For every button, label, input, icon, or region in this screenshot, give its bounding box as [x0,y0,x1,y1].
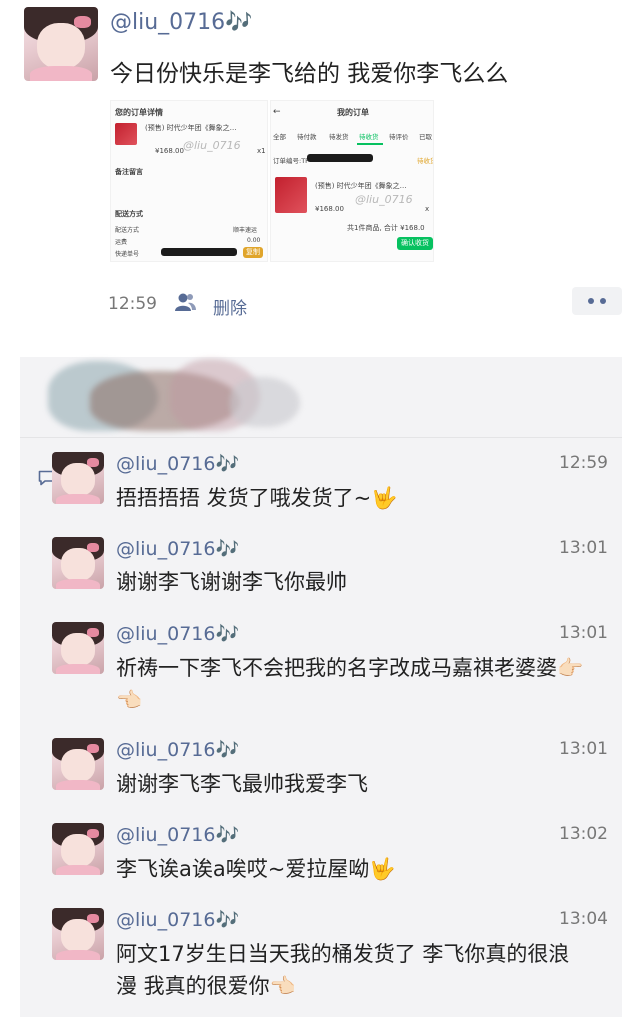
comment-text[interactable]: 谢谢李飞李飞最帅我爱李飞 [116,768,586,800]
order-product-name: (预售) 时代少年团《舞象之… [145,124,237,132]
order-detail-title: 您的订单详情 [115,108,163,117]
my-orders-image[interactable]: ← 我的订单 全部 待付款 待发货 待收货 待评价 已取 订单编号:TF 待收货… [270,100,434,262]
comment-time: 12:59 [559,453,608,473]
order-product-price: ¥168.00 [155,147,184,155]
tab-more: 已取 [419,133,432,141]
commenter-name[interactable]: @liu_0716🎶 [116,622,239,645]
order-status: 待收货 [417,157,433,165]
comment-text[interactable]: 李飞诶a诶a唉哎~爱拉屋呦🤟 [116,853,586,885]
order-detail-image[interactable]: 您的订单详情 (预售) 时代少年团《舞象之… ¥168.00 x1 @liu_0… [110,100,268,262]
tab-pending-receipt: 待收货 [359,133,379,141]
post-author-avatar[interactable] [24,7,98,81]
copy-button: 复制 [243,247,263,258]
order-product-name: (预售) 时代少年团《舞象之… [315,182,407,190]
comment-time: 13:01 [559,739,608,759]
confirm-receipt-button: 确认收货 [397,237,433,250]
product-thumbnail [275,177,307,213]
order-number-label: 订单编号:TF [273,157,309,165]
delivery-title: 配送方式 [115,210,143,218]
shipping-fee-value: 0.00 [247,237,261,244]
post-text: 今日份快乐是李飞给的 我爱你李飞么么 [110,61,509,87]
redaction-scribble [161,248,237,256]
comment-text[interactable]: 谢谢李飞谢谢李飞你最帅 [116,566,586,598]
tab-pending-shipment: 待发货 [329,133,349,141]
order-product-price: ¥168.00 [315,205,344,213]
active-tab-underline [357,143,383,145]
commenter-avatar[interactable] [52,908,104,960]
tracking-number-label: 快递单号 [115,251,140,258]
comment-text[interactable]: 祈祷一下李飞不会把我的名字改成马嘉祺老婆婆👉🏻👈🏻 [116,652,586,716]
people-icon[interactable] [174,292,196,312]
comment-time: 13:01 [559,538,608,558]
likes-area-obscured [20,357,622,437]
order-summary: 共1件商品, 合计 ¥168.0 [347,224,425,232]
watermark: @liu_0716 [355,193,413,206]
comment-time: 13:02 [559,824,608,844]
commenter-name[interactable]: @liu_0716🎶 [116,738,239,761]
comment-text[interactable]: 捂捂捂捂 发货了哦发货了~🤟 [116,482,586,514]
note-label: 备注留言 [115,168,143,176]
post-author-name[interactable]: @liu_0716🎶 [110,10,253,35]
back-arrow-icon: ← [273,107,281,117]
order-product-qty: x1 [257,147,266,155]
my-orders-title: 我的订单 [337,108,369,117]
tab-pending-payment: 待付款 [297,133,317,141]
comment-text[interactable]: 阿文17岁生日当天我的桶发货了 李飞你真的很浪漫 我真的很爱你👈🏻 [116,938,586,1002]
delete-button[interactable]: 删除 [213,294,247,319]
commenter-avatar[interactable] [52,823,104,875]
tab-pending-review: 待评价 [389,133,409,141]
panel-divider [20,437,622,438]
delivery-method-label: 配送方式 [115,227,140,234]
commenter-name[interactable]: @liu_0716🎶 [116,452,239,475]
commenter-avatar[interactable] [52,622,104,674]
order-product-qty: x [425,205,430,213]
post-time: 12:59 [108,294,157,314]
commenter-name[interactable]: @liu_0716🎶 [116,908,239,931]
tab-all: 全部 [273,133,286,141]
commenter-avatar[interactable] [52,452,104,504]
comment-time: 13:04 [559,909,608,929]
commenter-name[interactable]: @liu_0716🎶 [116,537,239,560]
more-dots-icon[interactable] [572,287,622,315]
commenter-avatar[interactable] [52,537,104,589]
delivery-method-value: 顺丰速运 [233,227,258,234]
watermark: @liu_0716 [183,139,241,152]
commenter-avatar[interactable] [52,738,104,790]
shipping-fee-label: 运费 [115,239,128,246]
redaction-scribble [307,154,373,162]
product-thumbnail [115,123,137,145]
comment-time: 13:01 [559,623,608,643]
commenter-name[interactable]: @liu_0716🎶 [116,823,239,846]
